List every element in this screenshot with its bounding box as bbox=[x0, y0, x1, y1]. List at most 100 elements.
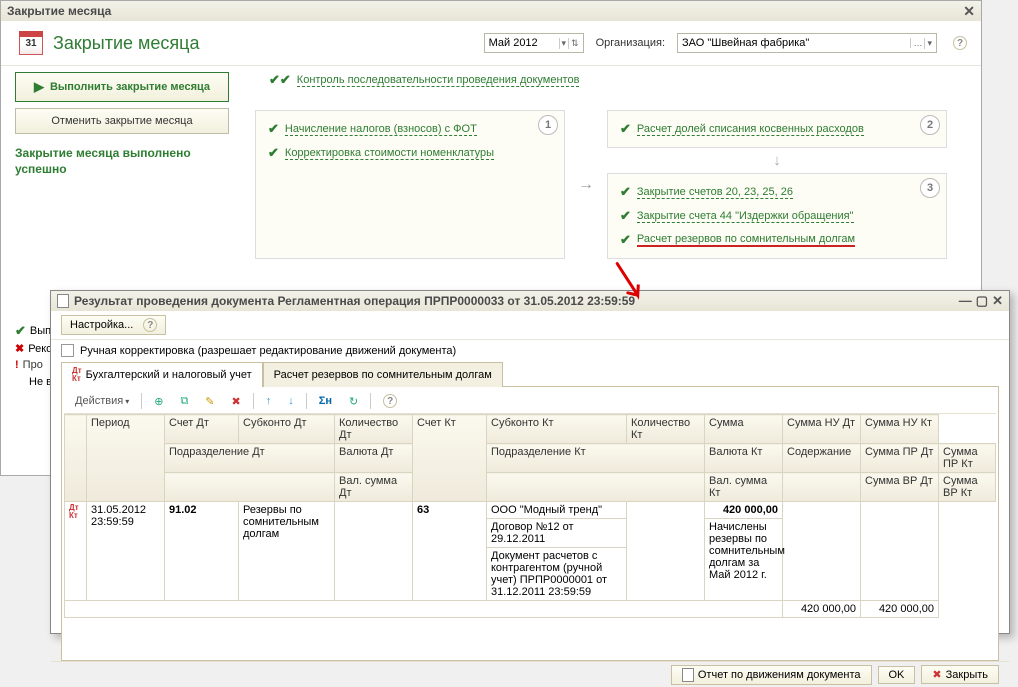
delete-icon[interactable]: ✖ bbox=[225, 392, 248, 411]
check-icon: ✔ bbox=[268, 121, 279, 137]
cancel-label: Отменить закрытие месяца bbox=[51, 115, 192, 127]
check-icon: ✔ bbox=[620, 208, 631, 224]
copy-icon[interactable]: ⧉ bbox=[173, 392, 195, 411]
step3-item3[interactable]: Расчет резервов по сомнительным долгам bbox=[637, 233, 855, 247]
down-icon[interactable]: ↓ bbox=[281, 392, 301, 410]
doc-footer: Отчет по движениям документа OK ✖ Закрыт… bbox=[51, 661, 1009, 687]
col-sum-nu-kt[interactable]: Сумма НУ Кт bbox=[861, 415, 939, 444]
panel-step-2: 2 ✔ Расчет долей списания косвенных расх… bbox=[607, 110, 947, 148]
tab-reserves[interactable]: Расчет резервов по сомнительным долгам bbox=[263, 362, 503, 387]
table-row[interactable]: ДтКт 31.05.2012 23:59:59 91.02 Резервы п… bbox=[65, 502, 996, 519]
grid-toolbar: Действия▾ ⊕ ⧉ ✎ ✖ ↑ ↓ Σн ↻ ? bbox=[64, 389, 996, 414]
doc-title-text: Результат проведения документа Регламент… bbox=[74, 294, 635, 308]
page-title: Закрытие месяца bbox=[53, 33, 199, 54]
execute-label: Выполнить закрытие месяца bbox=[50, 81, 210, 93]
close-button[interactable]: ✖ Закрыть bbox=[921, 665, 999, 684]
manual-checkbox[interactable] bbox=[61, 344, 74, 357]
col-cur-sum-dt[interactable]: Вал. сумма Дт bbox=[335, 473, 413, 502]
org-picker[interactable]: ЗАО "Швейная фабрика" … ▾ bbox=[677, 33, 937, 53]
check-icon: ✔ bbox=[620, 232, 631, 248]
panel-step-3: 3 ✔ Закрытие счетов 20, 23, 25, 26 ✔ Зак… bbox=[607, 173, 947, 259]
manual-label: Ручная корректировка (разрешает редактир… bbox=[80, 345, 456, 357]
actions-button[interactable]: Действия▾ bbox=[68, 392, 136, 410]
col-acc-kt[interactable]: Счет Кт bbox=[413, 415, 487, 502]
org-value: ЗАО "Швейная фабрика" bbox=[682, 37, 910, 49]
error-icon: ✖ bbox=[15, 341, 24, 358]
settings-label: Настройка... bbox=[70, 319, 133, 331]
help-icon[interactable]: ? bbox=[376, 391, 404, 411]
maximize-icon[interactable]: ▢ bbox=[976, 293, 988, 309]
col-qty-kt[interactable]: Количество Кт bbox=[627, 415, 705, 444]
postings-grid[interactable]: Период Счет Дт Субконто Дт Количество Дт… bbox=[64, 414, 996, 618]
month-picker[interactable]: Май 2012 ▾ ⇅ bbox=[484, 33, 584, 53]
col-desc[interactable]: Содержание bbox=[783, 444, 861, 473]
step1-item1[interactable]: Начисление налогов (взносов) с ФОТ bbox=[285, 123, 477, 136]
control-link[interactable]: Контроль последовательности проведения д… bbox=[297, 74, 580, 87]
step1-item2[interactable]: Корректировка стоимости номенклатуры bbox=[285, 147, 494, 160]
step-number: 3 bbox=[920, 178, 940, 198]
refresh-icon[interactable]: ↻ bbox=[342, 392, 365, 411]
add-icon[interactable]: ⊕ bbox=[147, 392, 170, 411]
col-sum-nu-dt[interactable]: Сумма НУ Дт bbox=[783, 415, 861, 444]
step-number: 2 bbox=[920, 115, 940, 135]
close-icon[interactable]: ✕ bbox=[992, 293, 1003, 309]
legend-area: ✔Вып ✖Реко !Про Не в bbox=[15, 321, 52, 390]
cancel-button[interactable]: Отменить закрытие месяца bbox=[15, 108, 229, 134]
col-sum-vr-kt[interactable]: Сумма ВР Кт bbox=[939, 473, 996, 502]
execute-button[interactable]: ▶ Выполнить закрытие месяца bbox=[15, 72, 229, 102]
check-icon: ✔ bbox=[620, 184, 631, 200]
step3-item1[interactable]: Закрытие счетов 20, 23, 25, 26 bbox=[637, 186, 793, 199]
ok-button[interactable]: OK bbox=[878, 666, 916, 684]
cell-sub-dt: Резервы по сомнительным долгам bbox=[239, 502, 335, 601]
minimize-icon[interactable]: — bbox=[959, 293, 972, 309]
edit-icon[interactable]: ✎ bbox=[198, 392, 221, 411]
col-sum-pr-dt[interactable]: Сумма ПР Дт bbox=[861, 444, 939, 473]
help-icon[interactable]: ? bbox=[143, 318, 157, 332]
col-sub-kt[interactable]: Субконто Кт bbox=[487, 415, 627, 444]
main-title-text: Закрытие месяца bbox=[7, 4, 111, 18]
header-area: 31 Закрытие месяца Май 2012 ▾ ⇅ Организа… bbox=[1, 21, 981, 66]
document-icon bbox=[682, 668, 694, 682]
col-cur-dt[interactable]: Валюта Дт bbox=[335, 444, 413, 473]
cell-desc: Начислены резервы по сомнительным долгам… bbox=[705, 519, 783, 601]
col-sub-dt[interactable]: Субконто Дт bbox=[239, 415, 335, 444]
col-cur-sum-kt[interactable]: Вал. сумма Кт bbox=[705, 473, 783, 502]
cell-sub-kt2: Договор №12 от 29.12.2011 bbox=[487, 519, 627, 548]
table-row[interactable]: 420 000,00 420 000,00 bbox=[65, 601, 996, 618]
close-icon: ✖ bbox=[932, 668, 941, 681]
tab-accounting[interactable]: ДтКт Бухгалтерский и налоговый учет bbox=[61, 362, 263, 387]
report-button[interactable]: Отчет по движениям документа bbox=[671, 665, 872, 685]
close-icon[interactable]: ✕ bbox=[963, 3, 975, 20]
settings-button[interactable]: Настройка... ? bbox=[61, 315, 166, 335]
check-icon: ✔ bbox=[620, 121, 631, 137]
cell-sub-kt1: ООО "Модный тренд" bbox=[487, 502, 627, 519]
panel-step-1: 1 ✔ Начисление налогов (взносов) с ФОТ ✔… bbox=[255, 110, 565, 259]
doc-window: Результат проведения документа Регламент… bbox=[50, 290, 1010, 634]
col-div-kt[interactable]: Подразделение Кт bbox=[487, 444, 705, 473]
col-sum-vr-dt[interactable]: Сумма ВР Дт bbox=[861, 473, 939, 502]
col-div-dt[interactable]: Подразделение Дт bbox=[165, 444, 335, 473]
warn-icon: ! bbox=[15, 357, 19, 374]
col-sum[interactable]: Сумма bbox=[705, 415, 783, 444]
step3-item2[interactable]: Закрытие счета 44 "Издержки обращения" bbox=[637, 210, 854, 223]
chevron-down-icon: ▾ bbox=[559, 38, 569, 49]
play-icon: ▶ bbox=[34, 79, 44, 95]
cell-acc-dt: 91.02 bbox=[165, 502, 239, 601]
success-message: Закрытие месяца выполнено успешно bbox=[15, 146, 245, 177]
col-cur-kt[interactable]: Валюта Кт bbox=[705, 444, 783, 473]
sigma-icon[interactable]: Σн bbox=[312, 392, 339, 410]
col-qty-dt[interactable]: Количество Дт bbox=[335, 415, 413, 444]
ellipsis-icon: … bbox=[910, 38, 924, 48]
col-sum-pr-kt[interactable]: Сумма ПР Кт bbox=[939, 444, 996, 473]
tab-content: Действия▾ ⊕ ⧉ ✎ ✖ ↑ ↓ Σн ↻ ? bbox=[61, 386, 999, 661]
col-acc-dt[interactable]: Счет Дт bbox=[165, 415, 239, 444]
col-period[interactable]: Период bbox=[87, 415, 165, 502]
help-icon[interactable]: ? bbox=[953, 36, 967, 50]
dtkt-icon: ДтКт bbox=[72, 367, 82, 383]
up-icon[interactable]: ↑ bbox=[259, 392, 279, 410]
check-icon: ✔✔ bbox=[269, 72, 291, 88]
cell-sum: 420 000,00 bbox=[705, 502, 783, 519]
document-icon bbox=[57, 294, 69, 308]
step2-item1[interactable]: Расчет долей списания косвенных расходов bbox=[637, 123, 864, 136]
cell-acc-kt: 63 bbox=[413, 502, 487, 601]
